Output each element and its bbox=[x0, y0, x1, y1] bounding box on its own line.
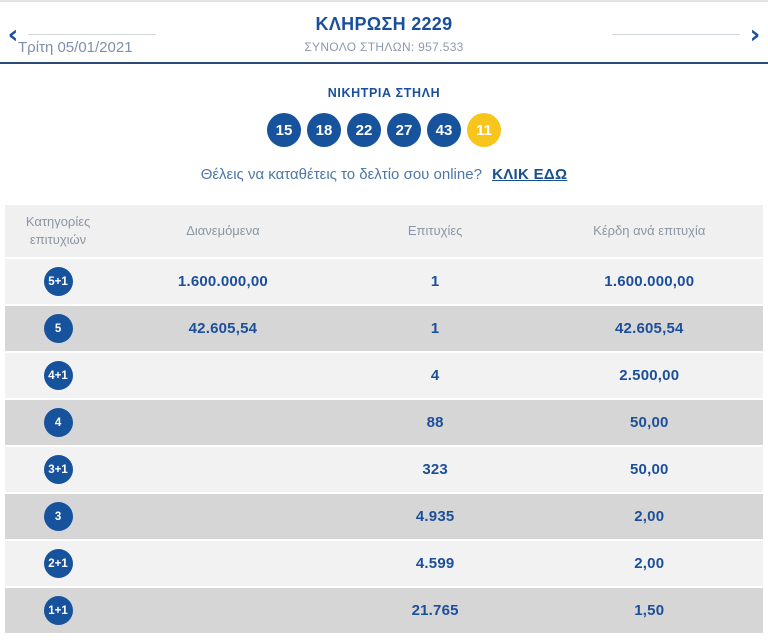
category-cell: 2+1 bbox=[5, 549, 111, 578]
next-draw-button[interactable]: › bbox=[744, 22, 766, 48]
number-ball: 15 bbox=[267, 113, 301, 147]
table-row: 3 4.9352,00 bbox=[5, 494, 763, 539]
winning-numbers: 151822274311 bbox=[0, 113, 768, 147]
winners-cell: 1 bbox=[335, 320, 536, 337]
category-ball: 1+1 bbox=[44, 596, 73, 625]
online-cta: Θέλεις να καταθέτεις το δελτίο σου onlin… bbox=[0, 166, 768, 183]
number-ball: 18 bbox=[307, 113, 341, 147]
draw-header: ‹ Τρίτη 05/01/2021 ΚΛΗΡΩΣΗ 2229 ΣΥΝΟΛΟ Σ… bbox=[0, 0, 768, 64]
category-cell: 4 bbox=[5, 408, 111, 437]
winners-cell: 1 bbox=[335, 273, 536, 290]
table-row: 4+1 42.500,00 bbox=[5, 353, 763, 398]
prize-cell: 1.600.000,00 bbox=[536, 273, 763, 290]
category-ball: 2+1 bbox=[44, 549, 73, 578]
results-table: Κατηγορίες επιτυχιώνΔιανεμόμεναΕπιτυχίες… bbox=[5, 205, 763, 633]
click-here-link[interactable]: ΚΛΙΚ ΕΔΩ bbox=[492, 166, 567, 183]
prize-cell: 2,00 bbox=[536, 555, 763, 572]
category-cell: 1+1 bbox=[5, 596, 111, 625]
table-row: 1+1 21.7651,50 bbox=[5, 588, 763, 633]
category-ball: 3 bbox=[44, 502, 73, 531]
winners-cell: 4 bbox=[335, 367, 536, 384]
winners-cell: 4.599 bbox=[335, 555, 536, 572]
category-ball: 4 bbox=[44, 408, 73, 437]
chevron-right-icon: › bbox=[750, 22, 761, 48]
category-ball: 4+1 bbox=[44, 361, 73, 390]
prize-cell: 42.605,54 bbox=[536, 320, 763, 337]
column-header: Κέρδη ανά επιτυχία bbox=[536, 222, 763, 240]
column-header: Διανεμόμενα bbox=[111, 222, 335, 240]
table-header-row: Κατηγορίες επιτυχιώνΔιανεμόμεναΕπιτυχίες… bbox=[5, 205, 763, 257]
table-row: 5 42.605,54142.605,54 bbox=[5, 306, 763, 351]
winners-cell: 4.935 bbox=[335, 508, 536, 525]
winning-column-label: ΝΙΚΗΤΡΙΑ ΣΤΗΛΗ bbox=[0, 86, 768, 100]
prize-cell: 1,50 bbox=[536, 602, 763, 619]
table-row: 5+1 1.600.000,0011.600.000,00 bbox=[5, 259, 763, 304]
table-row: 4 8850,00 bbox=[5, 400, 763, 445]
number-ball: 22 bbox=[347, 113, 381, 147]
category-ball: 3+1 bbox=[44, 455, 73, 484]
category-cell: 3+1 bbox=[5, 455, 111, 484]
winners-cell: 88 bbox=[335, 414, 536, 431]
distributed-cell: 42.605,54 bbox=[111, 320, 335, 337]
number-ball: 43 bbox=[427, 113, 461, 147]
total-columns-label: ΣΥΝΟΛΟ ΣΤΗΛΩΝ: 957.533 bbox=[0, 40, 768, 54]
category-ball: 5 bbox=[44, 314, 73, 343]
bonus-number-ball: 11 bbox=[467, 113, 501, 147]
distributed-cell: 1.600.000,00 bbox=[111, 273, 335, 290]
prize-cell: 50,00 bbox=[536, 414, 763, 431]
category-ball: 5+1 bbox=[44, 267, 73, 296]
prize-cell: 2.500,00 bbox=[536, 367, 763, 384]
category-cell: 4+1 bbox=[5, 361, 111, 390]
prize-cell: 50,00 bbox=[536, 461, 763, 478]
draw-title: ΚΛΗΡΩΣΗ 2229 bbox=[0, 14, 768, 35]
category-cell: 5+1 bbox=[5, 267, 111, 296]
prize-cell: 2,00 bbox=[536, 508, 763, 525]
category-cell: 5 bbox=[5, 314, 111, 343]
number-ball: 27 bbox=[387, 113, 421, 147]
table-row: 2+1 4.5992,00 bbox=[5, 541, 763, 586]
winners-cell: 21.765 bbox=[335, 602, 536, 619]
header-divider-right bbox=[612, 34, 740, 35]
table-body: 5+11.600.000,0011.600.000,00542.605,5414… bbox=[5, 259, 763, 633]
column-header: Κατηγορίες επιτυχιών bbox=[5, 213, 111, 248]
cta-text: Θέλεις να καταθέτεις το δελτίο σου onlin… bbox=[201, 166, 482, 183]
table-row: 3+1 32350,00 bbox=[5, 447, 763, 492]
column-header: Επιτυχίες bbox=[335, 222, 536, 240]
winners-cell: 323 bbox=[335, 461, 536, 478]
category-cell: 3 bbox=[5, 502, 111, 531]
